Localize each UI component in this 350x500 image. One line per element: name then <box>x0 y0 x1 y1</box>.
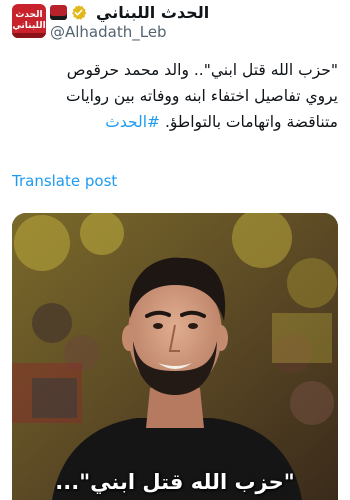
tweet-text: "حزب الله قتل ابني".. والد محمد حرقوص ير… <box>12 57 338 135</box>
tweet-line: "حزب الله قتل ابني".. والد محمد حرقوص <box>66 61 338 79</box>
video-thumbnail[interactable]: "حزب الله قتل ابني"... <box>12 213 338 500</box>
tweet-header: الحدث اللبناني الحدث اللبناني @Alhadath_… <box>0 0 350 50</box>
avatar-text-line2: اللبناني <box>12 21 46 31</box>
avatar-text-line1: الحدث <box>15 10 43 20</box>
name-badges <box>50 4 87 21</box>
avatar-bar <box>12 33 46 38</box>
avatar[interactable]: الحدث اللبناني <box>12 4 46 38</box>
translate-post-link[interactable]: Translate post <box>12 172 117 190</box>
affiliate-badge-icon[interactable] <box>50 5 67 20</box>
display-name[interactable]: الحدث اللبناني <box>96 2 209 24</box>
tweet-line-3: متناقضة واتهامات بالتواطؤ. #الحدث <box>12 109 338 135</box>
verified-gold-icon[interactable] <box>70 4 87 21</box>
hashtag-link[interactable]: #الحدث <box>105 113 160 131</box>
handle[interactable]: @Alhadath_Leb <box>50 22 167 42</box>
video-frame-image <box>12 213 338 500</box>
tweet-line: يروي تفاصيل اختفاء ابنه ووفاته بين روايا… <box>66 87 338 105</box>
tweet-card: الحدث اللبناني الحدث اللبناني @Alhadath_… <box>0 0 350 500</box>
video-caption: "حزب الله قتل ابني"... <box>55 470 295 494</box>
tweet-line-text: متناقضة واتهامات بالتواطؤ. <box>164 113 338 131</box>
